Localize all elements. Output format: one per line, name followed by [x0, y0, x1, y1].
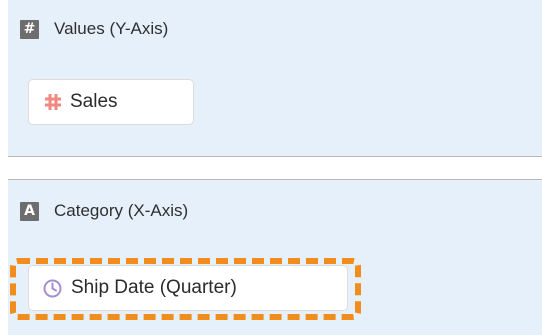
values-section-title: Values (Y-Axis) [54, 19, 169, 38]
field-chip-label: Sales [70, 91, 118, 112]
text-type-icon: A [20, 201, 39, 221]
chart-fields-panel: # Values (Y-Axis) Sales A Category (X-Ax… [0, 0, 542, 335]
highlight-outline [10, 258, 361, 320]
hash-icon [45, 93, 61, 111]
category-section-header: A Category (X-Axis) [20, 201, 188, 221]
section-divider [8, 156, 542, 157]
category-section-title: Category (X-Axis) [54, 201, 189, 220]
values-section-header: # Values (Y-Axis) [20, 19, 168, 39]
field-chip-sales[interactable]: Sales [28, 79, 194, 125]
number-type-icon: # [20, 19, 39, 39]
